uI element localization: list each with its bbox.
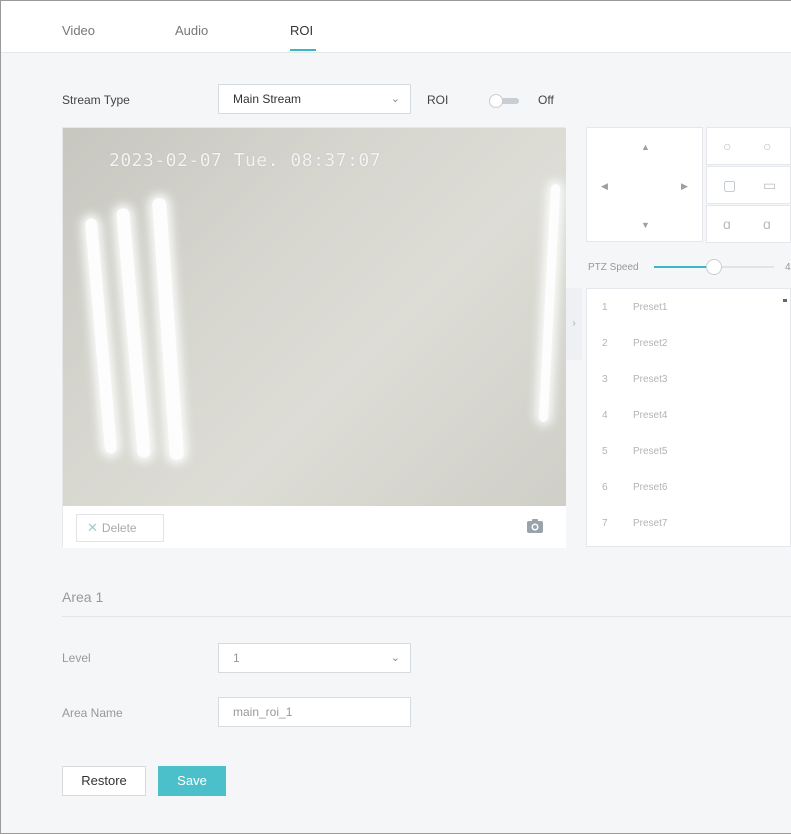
preset-number: 5 — [602, 446, 608, 457]
light-tube — [151, 197, 185, 461]
restore-button[interactable]: Restore — [62, 766, 146, 796]
camera-icon[interactable] — [526, 518, 544, 534]
area-name-input[interactable]: main_roi_1 — [218, 697, 411, 727]
preset-item[interactable]: 6 Preset6 — [587, 469, 790, 505]
stream-type-label: Stream Type — [62, 93, 130, 107]
ptz-speed-value: 4 — [785, 262, 791, 273]
save-button[interactable]: Save — [158, 766, 226, 796]
tab-video[interactable]: Video — [62, 23, 95, 38]
slider-fill — [654, 266, 714, 268]
video-panel: 2023-02-07 Tue. 08:37:07 ✕ Delete — [62, 127, 566, 548]
ptz-speed-label: PTZ Speed — [588, 262, 639, 273]
video-toolbar: ✕ Delete — [63, 506, 566, 548]
light-tube — [84, 217, 118, 455]
iris-close-icon[interactable]: ○ — [723, 138, 731, 154]
roi-label: ROI — [427, 93, 449, 107]
delete-button[interactable]: ✕ Delete — [76, 514, 164, 542]
preset-number: 1 — [602, 302, 608, 313]
roi-state: Off — [538, 93, 554, 107]
preset-name: Preset7 — [633, 518, 668, 529]
preset-name: Preset1 — [633, 302, 668, 313]
close-icon: ✕ — [87, 520, 98, 535]
preset-name: Preset4 — [633, 410, 668, 421]
ptz-iris-controls: ○ ○ — [706, 127, 791, 165]
stream-type-value: Main Stream — [233, 92, 302, 106]
focus-far-icon[interactable]: ▭ — [763, 177, 776, 194]
preset-number: 7 — [602, 518, 608, 529]
tab-roi[interactable]: ROI — [290, 23, 313, 38]
arrow-up-icon[interactable]: ▲ — [641, 142, 650, 152]
preset-number: 2 — [602, 338, 608, 349]
active-tab-indicator — [290, 49, 316, 51]
slider-knob[interactable] — [706, 259, 722, 275]
preset-item[interactable]: 7 Preset7 — [587, 505, 790, 541]
tab-bar: Video Audio ROI — [1, 1, 791, 53]
preset-number: 3 — [602, 374, 608, 385]
area-title: Area 1 — [62, 589, 104, 605]
preset-name: Preset6 — [633, 482, 668, 493]
video-timestamp: 2023-02-07 Tue. 08:37:07 — [109, 150, 382, 171]
light-tube — [116, 207, 151, 459]
live-video[interactable]: 2023-02-07 Tue. 08:37:07 — [63, 128, 566, 506]
zoom-in-icon[interactable]: ɑ — [763, 216, 771, 232]
collapse-panel-handle[interactable]: › — [566, 288, 582, 360]
arrow-down-icon[interactable]: ▼ — [641, 220, 650, 230]
area-name-value: main_roi_1 — [233, 705, 293, 719]
preset-item[interactable]: 1 Preset1 — [587, 289, 790, 325]
divider — [62, 616, 791, 617]
preset-list: 1 Preset1 2 Preset2 3 Preset3 4 Preset4 5 Preset5… — [586, 288, 791, 547]
preset-item[interactable]: 2 Preset2 — [587, 325, 790, 361]
iris-open-icon[interactable]: ○ — [763, 138, 771, 154]
toggle-knob — [489, 94, 503, 108]
ptz-direction-pad: ▲ ◀ ▶ ▼ — [586, 127, 703, 242]
focus-near-icon[interactable]: ▢ — [723, 177, 736, 194]
preset-number: 4 — [602, 410, 608, 421]
arrow-right-icon[interactable]: ▶ — [681, 181, 688, 192]
zoom-out-icon[interactable]: ɑ — [723, 216, 731, 232]
level-value: 1 — [233, 651, 240, 665]
preset-number: 6 — [602, 482, 608, 493]
delete-label: Delete — [101, 521, 137, 535]
stream-type-select[interactable]: Main Stream ⌄ — [218, 84, 411, 114]
area-name-label: Area Name — [62, 706, 123, 720]
ptz-focus-controls: ▢ ▭ — [706, 166, 791, 204]
ptz-zoom-controls: ɑ ɑ — [706, 205, 791, 243]
preset-name: Preset2 — [633, 338, 668, 349]
level-select[interactable]: 1 ⌄ — [218, 643, 411, 673]
level-label: Level — [62, 651, 91, 665]
light-tube — [538, 183, 561, 423]
arrow-left-icon[interactable]: ◀ — [601, 181, 608, 192]
chevron-down-icon: ⌄ — [390, 652, 400, 664]
preset-item[interactable]: 5 Preset5 — [587, 433, 790, 469]
tab-audio[interactable]: Audio — [175, 23, 208, 38]
preset-name: Preset5 — [633, 446, 668, 457]
preset-item[interactable]: 4 Preset4 — [587, 397, 790, 433]
roi-toggle[interactable] — [489, 94, 521, 108]
preset-item[interactable]: 3 Preset3 — [587, 361, 790, 397]
chevron-down-icon: ⌄ — [390, 93, 400, 105]
preset-name: Preset3 — [633, 374, 668, 385]
